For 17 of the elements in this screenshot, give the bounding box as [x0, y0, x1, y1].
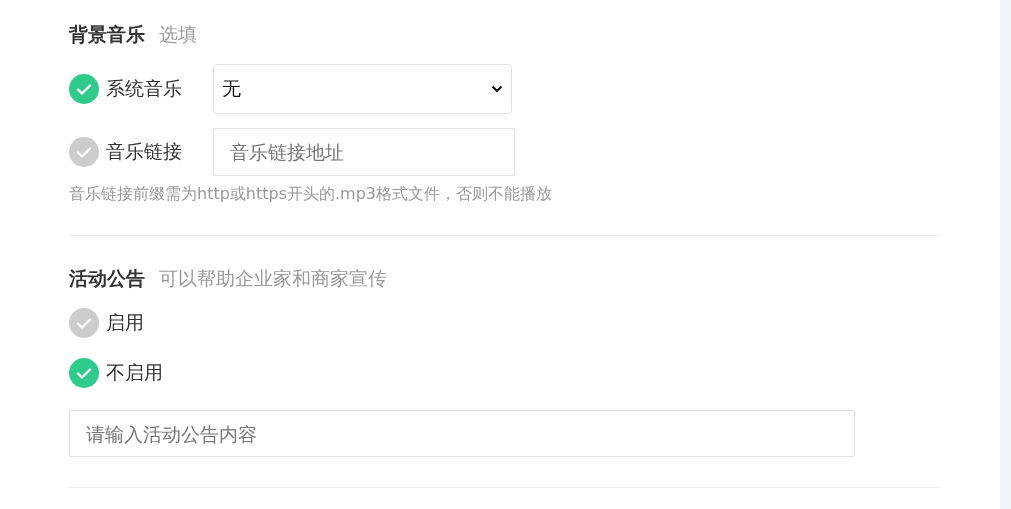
option-label[interactable]: 不启用: [106, 360, 163, 386]
radio-check-icon[interactable]: [69, 308, 99, 338]
option-label[interactable]: 启用: [106, 310, 144, 336]
section-subtitle: 选填: [159, 22, 197, 47]
hint-text: 音乐链接前缀需为http或https开头的.mp3格式文件，否则不能播放: [69, 184, 554, 205]
radio-check-icon[interactable]: [69, 74, 99, 104]
radio-check-icon[interactable]: [69, 137, 99, 167]
option-label[interactable]: 音乐链接: [106, 139, 213, 165]
input-field[interactable]: 音乐链接地址: [213, 128, 515, 176]
section-title: 背景音乐: [69, 22, 145, 47]
input-field[interactable]: 请输入活动公告内容: [69, 410, 855, 457]
option-label[interactable]: 系统音乐: [106, 76, 213, 102]
section-title: 活动公告: [69, 266, 145, 291]
radio-check-icon[interactable]: [69, 358, 99, 388]
section-subtitle: 可以帮助企业家和商家宣传: [159, 266, 387, 291]
music-select[interactable]: 无: [213, 64, 512, 114]
chevron-down-icon: [491, 85, 503, 93]
